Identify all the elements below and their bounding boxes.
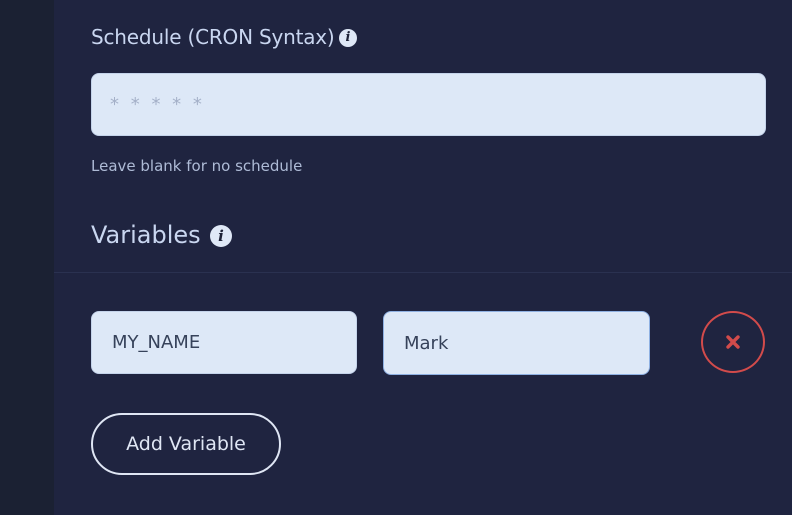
schedule-info-icon[interactable]: i [339,29,357,47]
sidebar-edge [0,0,54,515]
variables-info-icon[interactable]: i [210,225,232,247]
variable-name-input[interactable] [91,311,357,374]
section-divider [54,272,792,273]
variables-heading: Variables [91,221,201,249]
variable-value-input[interactable] [383,311,650,375]
schedule-label: Schedule (CRON Syntax) [91,25,335,49]
cron-schedule-input[interactable] [91,73,766,136]
remove-variable-button[interactable] [701,311,765,373]
add-variable-button[interactable]: Add Variable [91,413,281,475]
schedule-hint: Leave blank for no schedule [91,157,303,175]
close-icon [726,335,740,349]
